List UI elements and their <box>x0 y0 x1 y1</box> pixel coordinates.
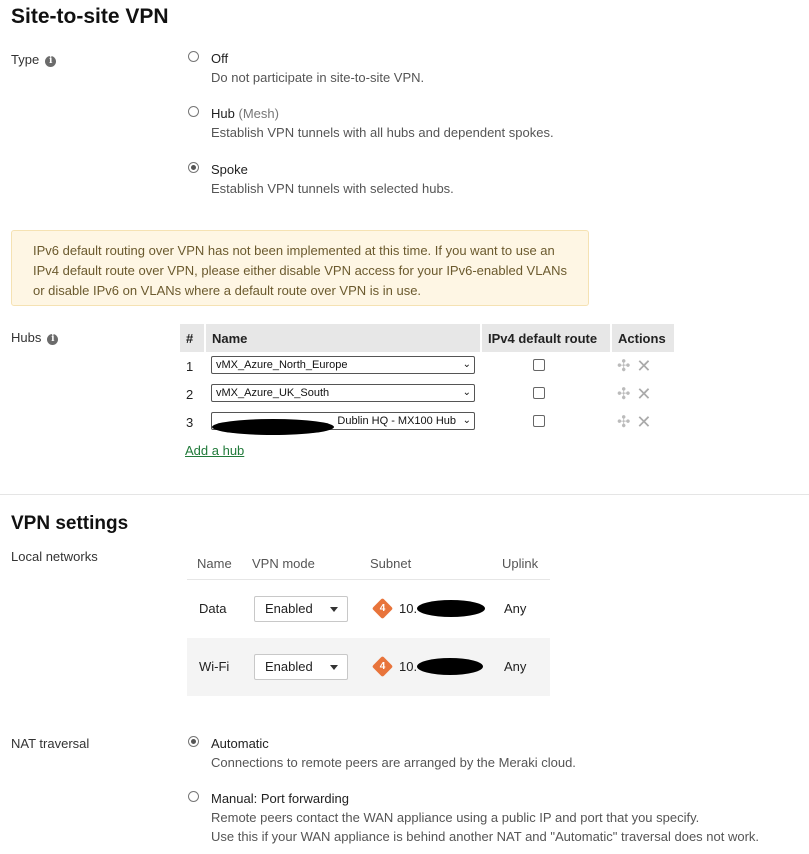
nat-automatic-description: Connections to remote peers are arranged… <box>211 755 576 770</box>
vpn-mode-select[interactable]: Enabled <box>254 654 348 680</box>
ipv6-warning-alert: IPv6 default routing over VPN has not be… <box>11 230 589 306</box>
ipv4-badge-icon: 4 <box>371 655 394 678</box>
type-spoke-description: Establish VPN tunnels with selected hubs… <box>211 181 454 196</box>
uplink-value: Any <box>504 601 527 616</box>
type-label-text: Type <box>11 52 40 67</box>
hub-name-select[interactable]: vMX_Azure_UK_South ⌄ <box>211 383 475 402</box>
nat-automatic-label[interactable]: Automatic <box>211 736 269 751</box>
chevron-down-icon: ⌄ <box>462 358 471 370</box>
page-title: Site-to-site VPN <box>11 5 169 28</box>
type-off-label[interactable]: Off <box>211 51 228 66</box>
hubs-label-text: Hubs <box>11 330 42 345</box>
hub-default-route-cell <box>481 380 611 408</box>
hub-actions-cell: ✣ ✕ <box>611 408 675 436</box>
col-number: # <box>180 324 206 352</box>
info-icon[interactable]: i <box>47 334 59 345</box>
nat-traversal-label: NAT traversal <box>11 736 90 751</box>
hub-default-route-cell <box>481 408 611 436</box>
section-divider <box>0 494 809 495</box>
hub-name-select[interactable]: vMX_Azure_North_Europe ⌄ <box>211 355 475 374</box>
hub-number: 3 <box>186 414 194 430</box>
network-name: Wi-Fi <box>199 659 230 674</box>
type-label: Type i <box>11 52 57 67</box>
subnet-value: 10. <box>399 659 418 674</box>
vpn-settings-title: VPN settings <box>11 513 129 534</box>
redaction-mark <box>212 419 334 435</box>
hub-default-route-cell <box>481 352 611 380</box>
hub-name-value: Dublin HQ - MX100 Hub <box>337 414 456 427</box>
caret-down-icon <box>330 607 338 612</box>
col-name: Name <box>205 324 482 352</box>
type-hub-description: Establish VPN tunnels with all hubs and … <box>211 125 554 140</box>
hub-number: 1 <box>186 358 194 374</box>
hub-actions-cell: ✣ ✕ <box>611 380 675 408</box>
type-off-description: Do not participate in site-to-site VPN. <box>211 70 425 85</box>
type-spoke-label[interactable]: Spoke <box>211 162 248 177</box>
add-hub-link[interactable]: Add a hub <box>185 443 244 458</box>
hubs-label: Hubs i <box>11 330 59 345</box>
hub-number: 2 <box>186 386 194 402</box>
hub-name-value: vMX_Azure_UK_South <box>216 386 330 399</box>
network-name: Data <box>199 601 227 616</box>
info-icon[interactable]: i <box>45 56 57 67</box>
caret-down-icon <box>330 665 338 670</box>
close-icon[interactable]: ✕ <box>636 356 651 377</box>
hub-actions-cell: ✣ ✕ <box>611 352 675 380</box>
col-ipv4-default-route: IPv4 default route <box>481 324 612 352</box>
table-row: Data Enabled 4 10. Any <box>187 580 550 638</box>
redaction-mark <box>417 600 485 617</box>
hub-name-cell: vMX_Azure_North_Europe ⌄ <box>205 352 481 380</box>
move-icon[interactable]: ✣ <box>617 384 630 404</box>
hub-name-value: vMX_Azure_North_Europe <box>216 358 348 371</box>
chevron-down-icon: ⌄ <box>462 386 471 398</box>
redaction-mark <box>417 658 483 675</box>
default-route-checkbox[interactable] <box>533 386 545 399</box>
type-off-radio[interactable] <box>188 51 199 62</box>
nat-manual-label[interactable]: Manual: Port forwarding <box>211 791 349 806</box>
type-hub-radio[interactable] <box>188 106 199 117</box>
col-uplink: Uplink <box>502 556 539 571</box>
col-name: Name <box>197 556 232 571</box>
hub-name-cell: vMX_Azure_UK_South ⌄ <box>205 380 481 408</box>
subnet-value: 10. <box>399 601 418 616</box>
default-route-checkbox[interactable] <box>533 358 545 371</box>
vpn-mode-value: Enabled <box>265 601 313 616</box>
local-networks-label: Local networks <box>11 549 98 564</box>
close-icon[interactable]: ✕ <box>636 384 651 405</box>
move-icon[interactable]: ✣ <box>617 356 630 376</box>
nat-manual-description: Remote peers contact the WAN appliance u… <box>211 810 700 825</box>
vpn-mode-value: Enabled <box>265 659 313 674</box>
chevron-down-icon: ⌄ <box>462 414 471 426</box>
close-icon[interactable]: ✕ <box>636 412 651 433</box>
nat-manual-radio[interactable] <box>188 791 199 802</box>
move-icon[interactable]: ✣ <box>617 412 630 432</box>
type-hub-label[interactable]: Hub (Mesh) <box>211 106 279 121</box>
col-vpn-mode: VPN mode <box>252 556 315 571</box>
nat-manual-description-2: Use this if your WAN appliance is behind… <box>211 829 760 844</box>
type-hub-suffix: (Mesh) <box>238 106 279 121</box>
default-route-checkbox[interactable] <box>533 414 545 427</box>
vpn-mode-select[interactable]: Enabled <box>254 596 348 622</box>
hub-row: 1 vMX_Azure_North_Europe ⌄ ✣ ✕ <box>180 352 675 380</box>
col-actions: Actions <box>611 324 676 352</box>
ipv4-badge-icon: 4 <box>371 597 394 620</box>
hub-row: 2 vMX_Azure_UK_South ⌄ ✣ ✕ <box>180 380 675 408</box>
col-subnet: Subnet <box>370 556 412 571</box>
type-spoke-radio[interactable] <box>188 162 199 173</box>
uplink-value: Any <box>504 659 527 674</box>
type-hub-title: Hub <box>211 106 235 121</box>
hubs-table-header: # Name IPv4 default route Actions <box>180 324 676 352</box>
nat-automatic-radio[interactable] <box>188 736 199 747</box>
table-row: Wi-Fi Enabled 4 10. Any <box>187 638 550 696</box>
